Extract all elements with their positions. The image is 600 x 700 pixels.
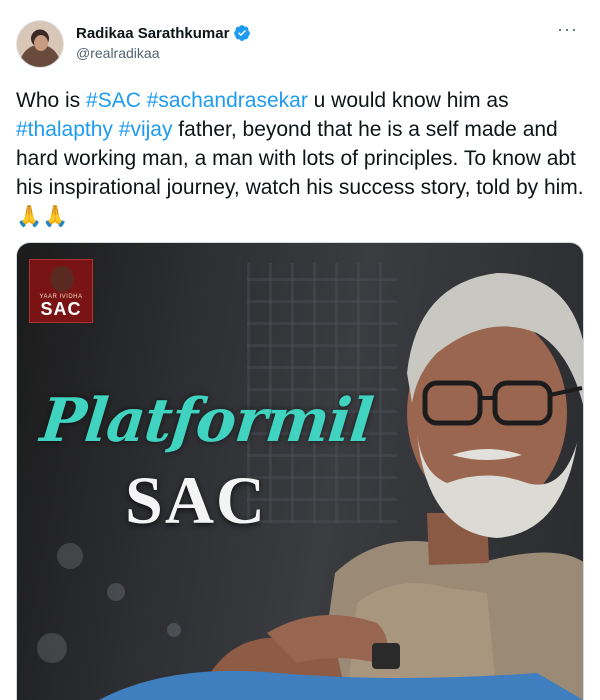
hashtag-thalapthy[interactable]: #thalapthy: [16, 118, 113, 141]
portrait-illustration: [98, 273, 583, 700]
tweet-media-image[interactable]: YAAR IVIDHA SAC Platformil SAC: [16, 242, 584, 700]
text-segment: Who is: [16, 89, 87, 112]
hashtag-vijay[interactable]: #vijay: [119, 118, 173, 141]
author-name[interactable]: Radikaa Sarathkumar: [76, 25, 229, 42]
praying-hands-emoji: 🙏🙏: [16, 205, 69, 228]
video-title-main: SAC: [125, 462, 268, 538]
avatar-face: [34, 35, 48, 51]
text-segment: u would know him as: [307, 89, 509, 112]
tweet-text: Who is #SAC #sachandrasekar u would know…: [16, 86, 591, 231]
hashtag-sachandrasekar[interactable]: #sachandrasekar: [147, 89, 308, 112]
tweet-card: Radikaa Sarathkumar @realradikaa ··· Who…: [0, 0, 600, 700]
logo-portrait: [50, 266, 74, 292]
author-avatar[interactable]: [16, 20, 64, 68]
verified-badge-icon: [234, 25, 251, 41]
author-name-row: Radikaa Sarathkumar: [76, 24, 251, 42]
author-handle[interactable]: @realradikaa: [76, 45, 159, 61]
video-title-script: Platformil: [37, 386, 376, 456]
hashtag-sac[interactable]: #SAC: [86, 89, 141, 112]
channel-logo: YAAR IVIDHA SAC: [29, 259, 93, 323]
logo-text: SAC: [40, 299, 82, 319]
more-options-icon[interactable]: ···: [557, 20, 578, 38]
